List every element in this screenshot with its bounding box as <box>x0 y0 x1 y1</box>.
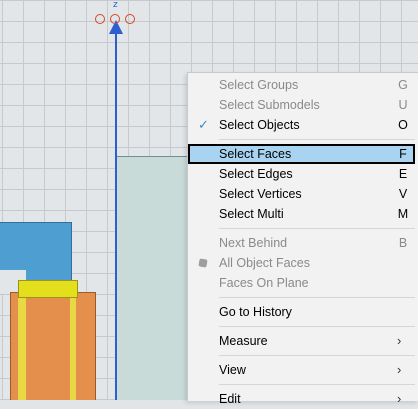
menu-separator <box>219 297 415 298</box>
menu-item-measure[interactable]: Measure › <box>188 331 418 351</box>
shortcut-key: G <box>398 78 408 92</box>
menu-item-label: Select Submodels <box>219 98 320 112</box>
menu-item-label: Select Objects <box>219 118 300 132</box>
menu-separator <box>219 228 415 229</box>
menu-item-label: Next Behind <box>219 236 288 250</box>
context-menu: Select Groups G Select Submodels U ✓ Select O… <box>187 72 418 406</box>
menu-item-select-objects[interactable]: ✓ Select Objects O <box>188 115 418 135</box>
menu-item-next-behind[interactable]: Next Behind B <box>188 233 418 253</box>
shortcut-key: O <box>398 118 408 132</box>
yellow-strip[interactable] <box>18 294 26 400</box>
menu-item-label: Go to History <box>219 305 292 319</box>
shortcut-key: B <box>398 236 408 250</box>
menu-item-label: Measure <box>219 334 268 348</box>
menu-item-label: Select Vertices <box>219 187 302 201</box>
shortcut-key: V <box>398 187 408 201</box>
menu-item-label: Select Faces <box>219 147 292 161</box>
menu-item-label: Select Edges <box>219 167 293 181</box>
checkmark-icon: ✓ <box>198 117 209 132</box>
shortcut-key: F <box>399 147 407 161</box>
menu-item-label: Select Groups <box>219 78 299 92</box>
menu-item-faces-on-plane[interactable]: Faces On Plane <box>188 273 418 293</box>
menu-item-all-object-faces[interactable]: All Object Faces <box>188 253 418 273</box>
menu-item-label: Select Multi <box>219 207 284 221</box>
chevron-right-icon: › <box>397 333 402 348</box>
menu-item-select-edges[interactable]: Select Edges E <box>188 164 418 184</box>
menu-item-go-to-history[interactable]: Go to History <box>188 302 418 322</box>
menu-item-select-submodels[interactable]: Select Submodels U <box>188 95 418 115</box>
yellow-strip[interactable] <box>70 294 76 400</box>
menu-separator <box>219 355 415 356</box>
chevron-right-icon: › <box>397 391 402 406</box>
menu-item-select-faces[interactable]: Select Faces F <box>188 144 415 164</box>
menu-item-label: All Object Faces <box>219 256 311 270</box>
menu-item-label: Edit <box>219 392 241 406</box>
menu-item-select-groups[interactable]: Select Groups G <box>188 75 418 95</box>
z-axis-line <box>115 28 117 400</box>
gizmo-handle-icon[interactable] <box>110 14 120 24</box>
shortcut-key: E <box>398 167 408 181</box>
menu-item-view[interactable]: View › <box>188 360 418 380</box>
z-axis-label: z <box>113 0 118 10</box>
menu-separator <box>219 384 415 385</box>
menu-item-label: Faces On Plane <box>219 276 309 290</box>
menu-item-select-multi[interactable]: Select Multi M <box>188 204 418 224</box>
shortcut-key: U <box>398 98 408 112</box>
menu-item-label: View <box>219 363 246 377</box>
menu-item-select-vertices[interactable]: Select Vertices V <box>188 184 418 204</box>
teal-box-object[interactable] <box>116 156 197 400</box>
menu-item-edit[interactable]: Edit › <box>188 389 418 409</box>
menu-separator <box>219 326 415 327</box>
gizmo-handle-icon[interactable] <box>125 14 135 24</box>
menu-separator <box>219 139 415 140</box>
cube-icon <box>198 258 208 268</box>
chevron-right-icon: › <box>397 362 402 377</box>
gizmo-handle-icon[interactable] <box>95 14 105 24</box>
yellow-bar-object[interactable] <box>18 280 78 298</box>
shortcut-key: M <box>397 207 409 221</box>
